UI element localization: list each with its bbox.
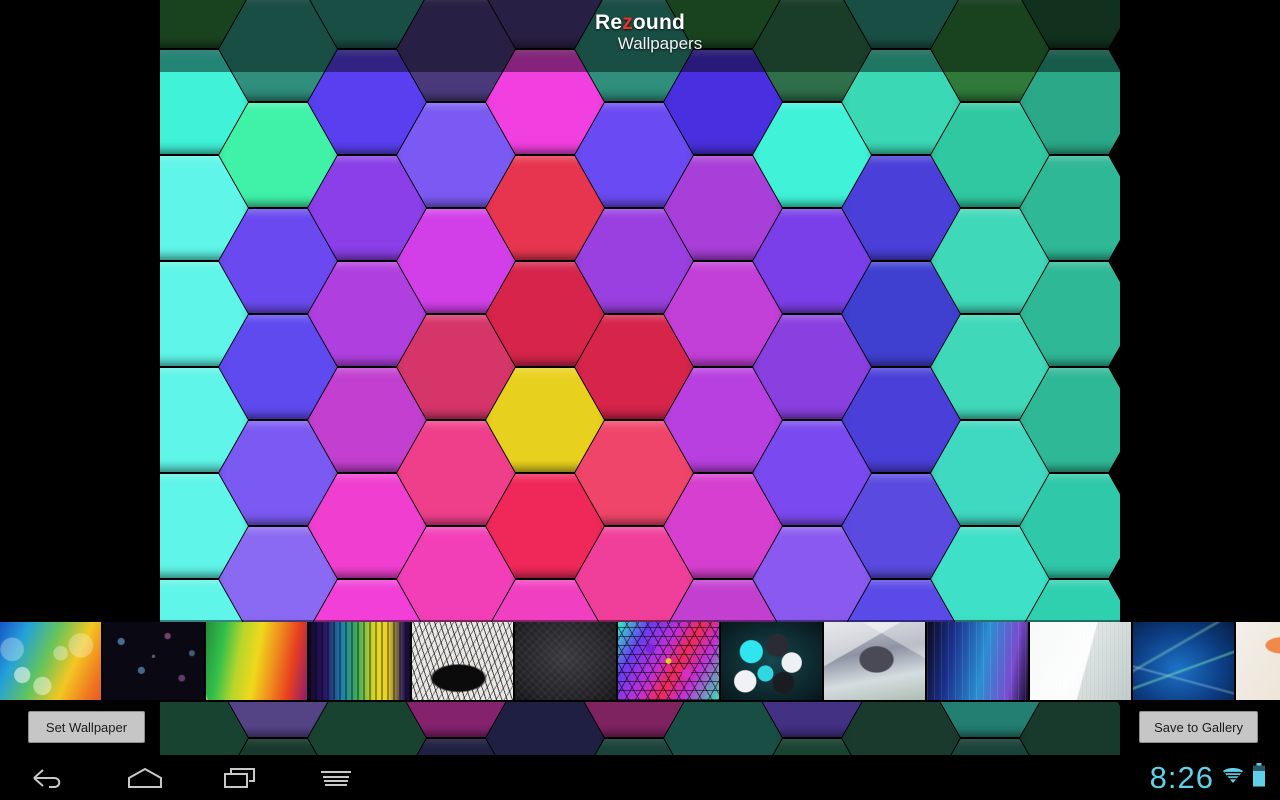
thumbnail-art-bokeh-circles	[0, 622, 101, 700]
thumbnail-art-blue-streaks	[927, 622, 1028, 700]
thumbnail-art-hexagon-honeycomb	[618, 622, 719, 700]
save-to-gallery-button[interactable]: Save to Gallery	[1139, 711, 1258, 743]
wallpaper-thumbnail[interactable]	[0, 622, 101, 700]
battery-icon	[1252, 763, 1266, 792]
thumbnail-art-orange-abstract	[1236, 622, 1280, 700]
thumbnail-art-dark-texture	[515, 622, 616, 700]
thumbnail-art-glass-spheres	[721, 622, 822, 700]
wallpaper-thumbnail[interactable]	[1030, 622, 1131, 700]
thumbnail-art-starfield	[103, 622, 204, 700]
thumbnail-art-rainbow-rays	[206, 622, 307, 700]
wallpaper-thumbnail[interactable]	[1236, 622, 1280, 700]
menu-icon[interactable]	[296, 755, 376, 800]
wallpaper-thumbnail[interactable]	[721, 622, 822, 700]
wallpaper-picker-screen: Rezound Wallpapers Set Wallpaper Save to…	[0, 0, 1280, 800]
thumbnail-art-white-cubes	[824, 622, 925, 700]
wallpaper-thumbnail[interactable]	[515, 622, 616, 700]
wallpaper-thumbnail[interactable]	[927, 622, 1028, 700]
wallpaper-thumbnail[interactable]	[103, 622, 204, 700]
thumbnail-art-yellow-lines	[309, 622, 410, 700]
thumbnail-art-white-gradient	[1030, 622, 1131, 700]
wallpaper-thumbnail[interactable]	[1133, 622, 1234, 700]
system-navigation-bar	[0, 755, 1280, 800]
wifi-icon	[1221, 765, 1245, 790]
thumbnail-art-blue-swirl	[1133, 622, 1234, 700]
recent-apps-icon[interactable]	[200, 755, 280, 800]
home-icon[interactable]	[105, 755, 185, 800]
back-arrow-icon[interactable]	[8, 755, 88, 800]
status-clock: 8:26	[1149, 760, 1214, 795]
wallpaper-thumbnail[interactable]	[206, 622, 307, 700]
wallpaper-thumbnail[interactable]	[412, 622, 513, 700]
status-bar[interactable]: 8:26	[1150, 755, 1266, 800]
wallpaper-thumbnail[interactable]	[824, 622, 925, 700]
wallpaper-thumbnail[interactable]	[618, 622, 719, 700]
wallpaper-thumbnail[interactable]	[309, 622, 410, 700]
set-wallpaper-button[interactable]: Set Wallpaper	[28, 711, 145, 743]
wallpaper-thumbnail-strip[interactable]	[0, 622, 1280, 702]
thumbnail-art-ink-scribble	[412, 622, 513, 700]
